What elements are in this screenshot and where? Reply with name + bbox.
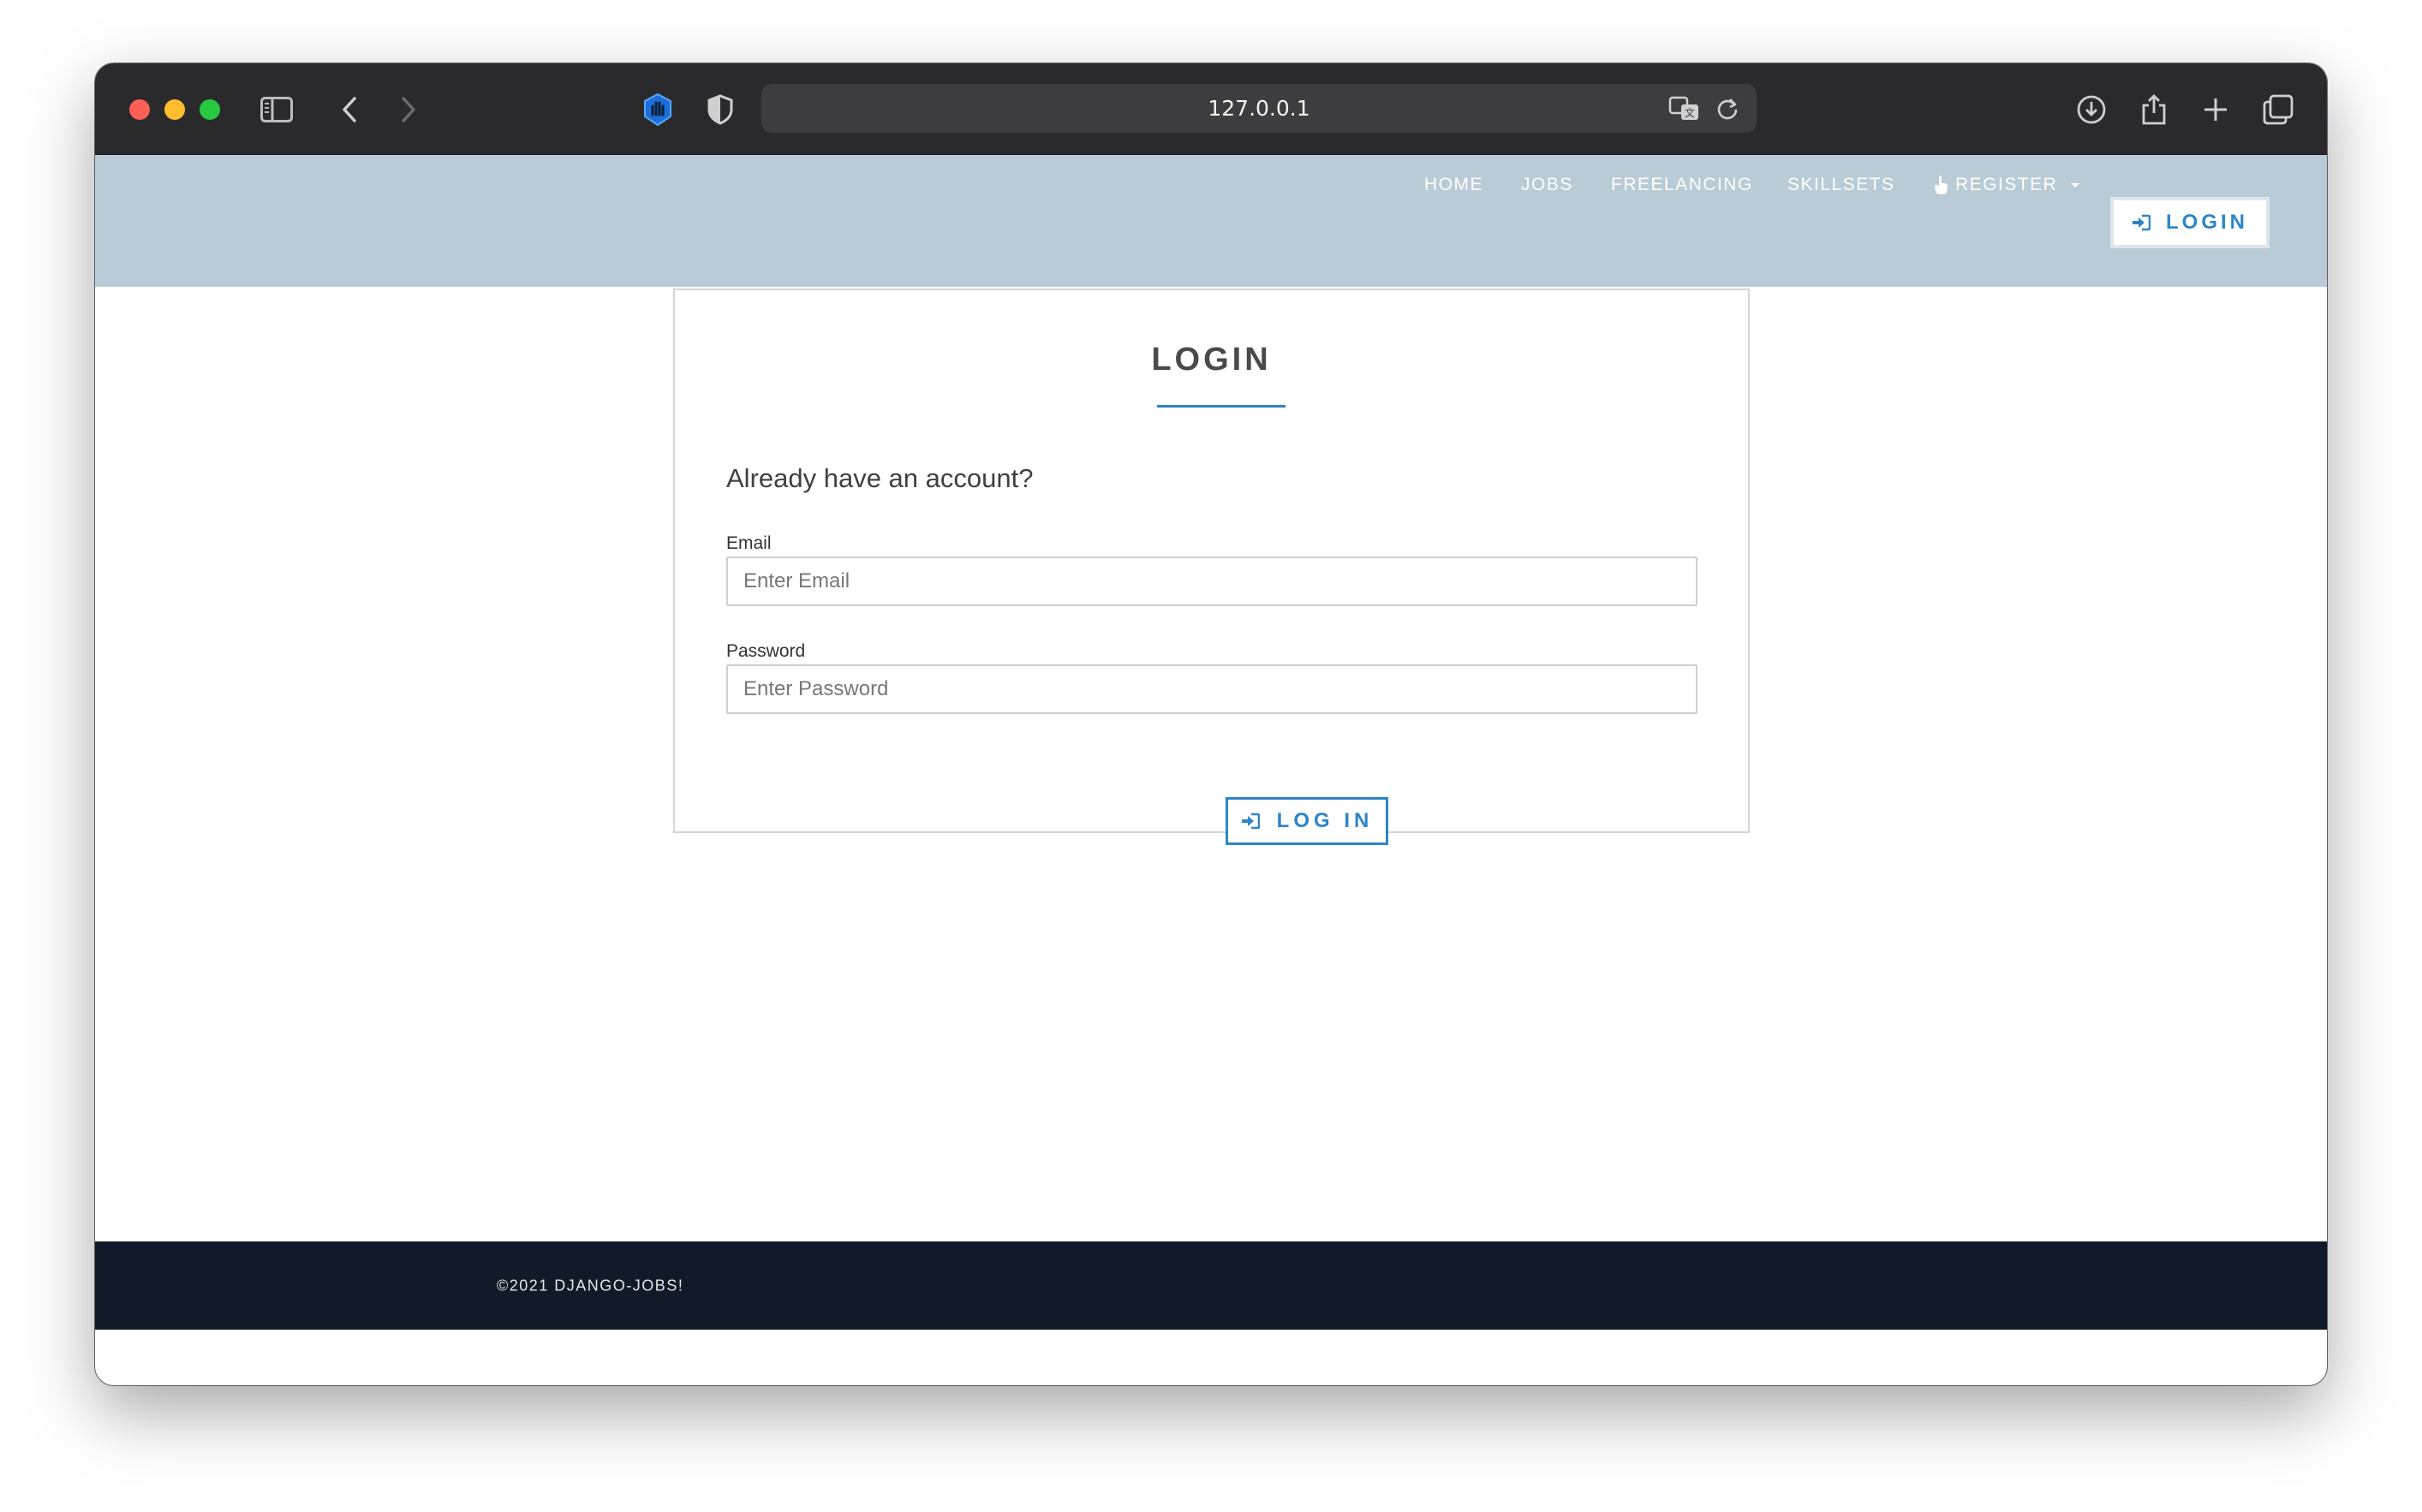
login-submit-label: LOG IN	[1276, 809, 1374, 832]
sign-in-icon	[1241, 813, 1260, 830]
downloads-icon[interactable]	[2074, 92, 2109, 127]
minimize-window-button[interactable]	[164, 99, 185, 120]
reload-icon[interactable]	[1710, 92, 1745, 126]
nav-register-dropdown[interactable]: REGISTER	[1933, 175, 2080, 195]
nav-link-jobs[interactable]: JOBS	[1521, 175, 1573, 195]
hand-blocker-icon[interactable]	[641, 92, 675, 127]
share-icon[interactable]	[2137, 92, 2171, 127]
url-text: 127.0.0.1	[1208, 96, 1310, 121]
title-underline	[1157, 405, 1286, 408]
password-input[interactable]	[726, 664, 1697, 714]
email-input[interactable]	[726, 557, 1697, 606]
login-subtitle: Already have an account?	[726, 463, 1034, 493]
login-submit-button[interactable]: LOG IN	[1226, 797, 1388, 845]
tab-overview-icon[interactable]	[2261, 92, 2295, 127]
browser-toolbar: 127.0.0.1 文	[95, 63, 2327, 155]
register-label: REGISTER	[1955, 175, 2058, 194]
sign-in-icon	[2133, 214, 2151, 231]
nav-link-home[interactable]: HOME	[1424, 175, 1483, 195]
browser-window: 127.0.0.1 文 HOME JOBS FREELANCING SKILLS…	[95, 63, 2327, 1385]
nav-login-button[interactable]: LOGIN	[2110, 197, 2270, 248]
close-window-button[interactable]	[129, 99, 150, 120]
nav-link-freelancing[interactable]: FREELANCING	[1611, 175, 1753, 195]
footer-copyright: ©2021 DJANGO-JOBS!	[497, 1277, 684, 1294]
translate-icon[interactable]: 文	[1667, 92, 1702, 126]
login-card: LOGIN Already have an account? Email Pas…	[673, 289, 1750, 845]
back-arrow-icon[interactable]	[332, 92, 367, 127]
site-footer: ©2021 DJANGO-JOBS!	[95, 1241, 2327, 1330]
privacy-shield-icon[interactable]	[703, 92, 737, 127]
forward-arrow-icon[interactable]	[391, 92, 426, 127]
address-bar[interactable]: 127.0.0.1 文	[761, 84, 1757, 133]
sidebar-toggle-icon[interactable]	[260, 92, 294, 127]
maximize-window-button[interactable]	[200, 99, 220, 120]
login-title: LOGIN	[1151, 342, 1272, 378]
new-tab-plus-icon[interactable]	[2198, 92, 2233, 127]
nav-link-skillsets[interactable]: SKILLSETS	[1787, 175, 1895, 195]
chevron-down-icon	[2071, 182, 2080, 188]
nav-login-label: LOGIN	[2166, 211, 2248, 234]
hand-pointer-icon	[1935, 176, 1948, 194]
password-label: Password	[726, 641, 806, 661]
email-label: Email	[726, 533, 772, 553]
svg-text:文: 文	[1685, 106, 1695, 119]
